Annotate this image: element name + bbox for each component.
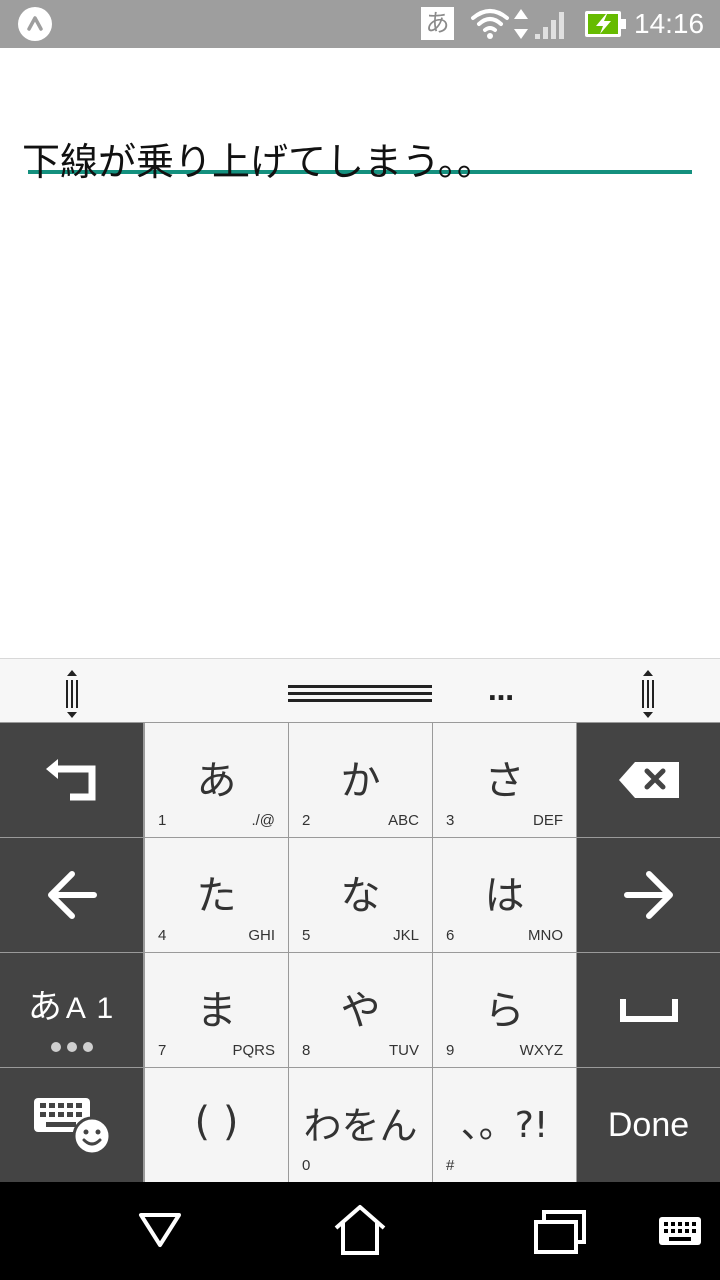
- keyboard-switch-icon[interactable]: [658, 1216, 702, 1250]
- backspace-icon: [577, 723, 720, 837]
- mode-kana-label: あ: [27, 986, 62, 1027]
- keyboard-handle-bar[interactable]: …: [0, 658, 720, 722]
- key-ya[interactable]: や 8 TUV: [289, 953, 432, 1067]
- cursor-left-key[interactable]: [0, 838, 143, 952]
- key-sub-label: ./@: [251, 812, 275, 829]
- arrow-left-icon: [0, 838, 143, 952]
- screen: あ 14:16 下線が乗り上げてしまう。。 … あ 1 ./@ か 2 ABC …: [0, 0, 720, 1280]
- navigation-bar: [0, 1182, 720, 1280]
- key-num-label: #: [446, 1157, 455, 1174]
- flick-keyboard: あ 1 ./@ か 2 ABC さ 3 DEF た 4 GHI な 5 JKL …: [0, 722, 720, 1182]
- edit-text-content[interactable]: 下線が乗り上げてしまう。。: [22, 138, 495, 186]
- key-num-label: 0: [302, 1157, 311, 1174]
- key-main-label: 、。?!: [460, 1105, 549, 1146]
- recents-icon[interactable]: [532, 1208, 588, 1260]
- data-arrows-icon: [512, 7, 530, 45]
- keyboard-emoji-key[interactable]: [0, 1068, 143, 1182]
- key-sub-label: PQRS: [232, 1042, 275, 1059]
- keyboard-emoji-icon: [0, 1068, 143, 1182]
- key-a[interactable]: あ 1 ./@: [145, 723, 288, 837]
- key-brackets[interactable]: ( ): [145, 1068, 288, 1182]
- key-num-label: 1: [158, 812, 167, 829]
- key-num-label: 4: [158, 927, 167, 944]
- key-sub-label: MNO: [528, 927, 563, 944]
- backspace-key[interactable]: [577, 723, 720, 837]
- input-mode-key[interactable]: あA 1: [0, 953, 143, 1067]
- key-num-label: 9: [446, 1042, 455, 1059]
- space-icon: [577, 953, 720, 1067]
- key-ha[interactable]: は 6 MNO: [433, 838, 576, 952]
- key-sub-label: ABC: [388, 812, 419, 829]
- drag-handle-icon[interactable]: [288, 685, 432, 709]
- ime-indicator: あ: [421, 7, 454, 40]
- more-icon[interactable]: …: [488, 677, 514, 707]
- key-main-label: わをん: [303, 1103, 418, 1148]
- key-num-label: 5: [302, 927, 311, 944]
- key-punctuation[interactable]: 、。?! #: [433, 1068, 576, 1182]
- done-label: Done: [607, 1105, 690, 1144]
- signal-icon: [533, 8, 571, 44]
- key-ta[interactable]: た 4 GHI: [145, 838, 288, 952]
- key-ka[interactable]: か 2 ABC: [289, 723, 432, 837]
- key-sub-label: TUV: [389, 1042, 419, 1059]
- key-num-label: 2: [302, 812, 311, 829]
- status-bar: あ 14:16: [0, 0, 720, 48]
- clock: 14:16: [634, 8, 705, 39]
- arrow-right-icon: [577, 838, 720, 952]
- key-wa[interactable]: わをん 0: [289, 1068, 432, 1182]
- text-editor[interactable]: 下線が乗り上げてしまう。。: [0, 48, 720, 658]
- space-key[interactable]: [577, 953, 720, 1067]
- key-sa[interactable]: さ 3 DEF: [433, 723, 576, 837]
- home-icon[interactable]: [333, 1204, 387, 1260]
- done-key[interactable]: Done: [577, 1068, 720, 1182]
- battery-charging-icon: [584, 10, 628, 42]
- mode-alnum-label: A 1: [65, 991, 116, 1025]
- key-ra[interactable]: ら 9 WXYZ: [433, 953, 576, 1067]
- undo-icon: [0, 723, 143, 837]
- key-num-label: 6: [446, 927, 455, 944]
- key-sub-label: GHI: [248, 927, 275, 944]
- wifi-icon: [470, 6, 510, 44]
- resize-handle-left-icon[interactable]: [62, 669, 82, 723]
- resize-handle-right-icon[interactable]: [638, 669, 658, 723]
- key-sub-label: WXYZ: [519, 1042, 563, 1059]
- key-num-label: 3: [446, 812, 455, 829]
- key-na[interactable]: な 5 JKL: [289, 838, 432, 952]
- key-main-label: ( ): [194, 1099, 239, 1145]
- key-sub-label: DEF: [533, 812, 563, 829]
- key-ma[interactable]: ま 7 PQRS: [145, 953, 288, 1067]
- back-icon[interactable]: [138, 1212, 182, 1252]
- cursor-right-key[interactable]: [577, 838, 720, 952]
- notification-icon: [18, 7, 52, 41]
- key-num-label: 8: [302, 1042, 311, 1059]
- key-num-label: 7: [158, 1042, 167, 1059]
- undo-key[interactable]: [0, 723, 143, 837]
- mode-dots-icon: [0, 1037, 143, 1056]
- key-sub-label: JKL: [393, 927, 419, 944]
